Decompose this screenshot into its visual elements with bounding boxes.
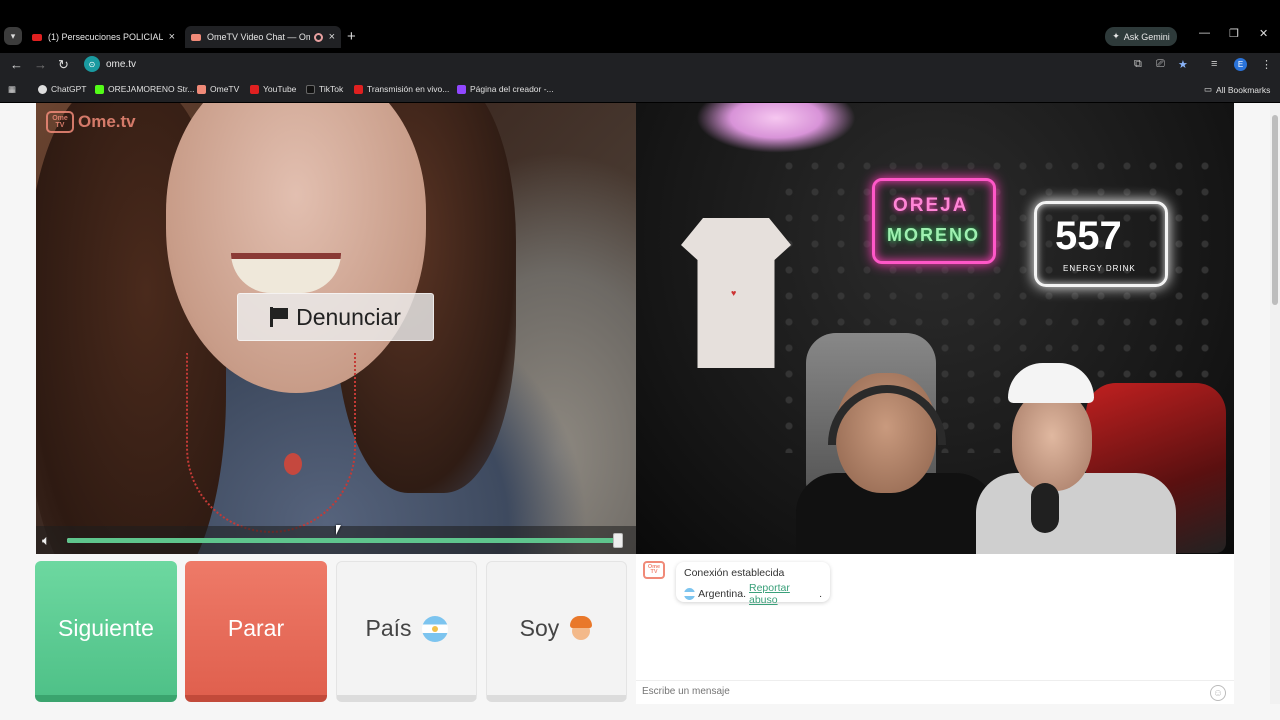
browser-tab-strip: ▾ (1) Persecuciones POLICIALES q × OmeTV… bbox=[0, 0, 1280, 50]
volume-fill bbox=[67, 538, 623, 543]
close-window-icon[interactable]: ✕ bbox=[1259, 27, 1268, 40]
scrollbar-thumb[interactable] bbox=[1272, 115, 1278, 305]
close-tab-icon[interactable]: × bbox=[169, 31, 175, 43]
chatgpt-icon bbox=[38, 84, 47, 94]
bookmarks-bar: ▦ ChatGPT OREJAMORENO Str... OmeTV YouTu… bbox=[0, 78, 1280, 102]
ometv-chat-logo-icon: Ome TV bbox=[643, 561, 665, 579]
tiktok-icon bbox=[306, 84, 315, 94]
folder-icon: ▭ bbox=[1204, 84, 1213, 94]
apps-grid-icon[interactable]: ▦ bbox=[8, 84, 16, 95]
video-pendant bbox=[284, 453, 302, 475]
own-video: ♥ OREJA MORENO 557 ENERGY DRINK bbox=[636, 103, 1234, 554]
video-necklace bbox=[186, 353, 356, 533]
minimize-icon[interactable]: — bbox=[1199, 27, 1210, 39]
gemini-sparkle-icon: ✦ bbox=[1112, 31, 1120, 41]
youtube-icon bbox=[250, 84, 259, 94]
profile-avatar[interactable]: E bbox=[1234, 58, 1247, 71]
ometv-logo-icon: Ome TV bbox=[46, 111, 74, 133]
gender-button[interactable]: Soy bbox=[486, 561, 627, 702]
bookmark-star-icon[interactable]: ★ bbox=[1178, 58, 1188, 71]
cast-icon[interactable]: ⎚ bbox=[1156, 58, 1165, 71]
menu-icon[interactable]: ⋮ bbox=[1261, 58, 1272, 71]
bookmark-youtube[interactable]: YouTube bbox=[250, 84, 296, 94]
system-message: Conexión establecida Argentina. Reportar… bbox=[676, 562, 830, 606]
restore-icon[interactable]: ❐ bbox=[1229, 27, 1239, 40]
address-bar[interactable]: ome.tv bbox=[106, 59, 136, 70]
stranger-video: Ome TV Ome.tv Denunciar 🔈︎ bbox=[36, 103, 636, 554]
tab-title: (1) Persecuciones POLICIALES q bbox=[48, 32, 163, 42]
argentina-flag-icon bbox=[421, 615, 448, 642]
bookmark-tiktok[interactable]: TikTok bbox=[306, 84, 343, 94]
argentina-flag-icon bbox=[684, 588, 696, 600]
flag-icon bbox=[270, 307, 289, 327]
speaker-icon[interactable]: 🔈︎ bbox=[42, 532, 50, 549]
stop-button[interactable]: Parar bbox=[185, 561, 327, 702]
page-bottom bbox=[0, 704, 1280, 720]
volume-thumb[interactable] bbox=[613, 533, 623, 548]
recording-icon bbox=[313, 32, 323, 42]
close-tab-icon[interactable]: × bbox=[329, 31, 335, 43]
chat-panel: Ome TV Conexión establecida Argentina. R… bbox=[636, 554, 1234, 704]
reading-list-icon[interactable]: ≡ bbox=[1211, 58, 1217, 70]
ometv-icon bbox=[197, 84, 206, 94]
tab-ometv[interactable]: OmeTV Video Chat — Ome × bbox=[185, 26, 341, 48]
kick-icon bbox=[95, 84, 104, 94]
bookmark-pagina-creador[interactable]: Página del creador -... bbox=[457, 84, 554, 94]
microphone-icon bbox=[1031, 483, 1059, 533]
report-button[interactable]: Denunciar bbox=[237, 293, 434, 341]
bookmark-transmision[interactable]: Transmisión en vivo... bbox=[354, 84, 449, 94]
country-button[interactable]: País bbox=[336, 561, 477, 702]
all-bookmarks[interactable]: ▭ All Bookmarks bbox=[1204, 84, 1270, 95]
site-info-icon[interactable]: ⊙ bbox=[84, 56, 100, 72]
translate-icon[interactable]: ⧉ bbox=[1134, 58, 1142, 71]
report-abuse-link[interactable]: Reportar abuso bbox=[749, 582, 816, 606]
youtube-icon bbox=[354, 84, 363, 94]
neon-sign-oreja-moreno: OREJA MORENO bbox=[872, 178, 996, 264]
stranger-country: Argentina. bbox=[698, 588, 746, 600]
ask-gemini-button[interactable]: ✦ Ask Gemini bbox=[1105, 27, 1177, 46]
new-tab-icon[interactable]: + bbox=[347, 28, 356, 45]
ometv-watermark: Ome TV Ome.tv bbox=[46, 111, 136, 133]
back-icon[interactable]: ← bbox=[10, 57, 23, 72]
chat-input-bar: ☺ bbox=[636, 680, 1234, 704]
connection-status: Conexión establecida bbox=[684, 567, 785, 579]
mouse-cursor-icon bbox=[336, 525, 346, 535]
browser-toolbar: ← → ↻ ⊙ ome.tv ⧉ ⎚ ★ ≡ E ⋮ bbox=[0, 53, 1280, 78]
youtube-icon bbox=[32, 33, 42, 41]
reload-icon[interactable]: ↻ bbox=[58, 57, 69, 73]
video-pink-light bbox=[696, 103, 856, 153]
tab-search-dropdown-icon[interactable]: ▾ bbox=[4, 27, 22, 45]
video-hanging-shirt: ♥ bbox=[681, 218, 791, 368]
message-input[interactable] bbox=[642, 686, 1202, 697]
tab-youtube[interactable]: (1) Persecuciones POLICIALES q × bbox=[26, 26, 181, 48]
forward-icon[interactable]: → bbox=[34, 57, 47, 72]
tab-title: OmeTV Video Chat — Ome bbox=[207, 32, 310, 42]
emoji-icon[interactable]: ☺ bbox=[1210, 685, 1226, 701]
twitch-icon bbox=[457, 84, 466, 94]
ometv-icon bbox=[191, 33, 201, 41]
bookmark-chatgpt[interactable]: ChatGPT bbox=[38, 84, 86, 94]
bookmark-ometv[interactable]: OmeTV bbox=[197, 84, 239, 94]
page-scrollbar[interactable] bbox=[1270, 103, 1280, 720]
video-person-right bbox=[976, 363, 1176, 554]
video-person-left bbox=[796, 363, 996, 554]
bookmark-orejamoreno[interactable]: OREJAMORENO Str... bbox=[95, 84, 194, 94]
boy-icon bbox=[569, 615, 593, 642]
heart-icon: ♥ bbox=[731, 288, 737, 298]
volume-slider[interactable] bbox=[67, 533, 623, 548]
neon-sign-energy-drink: 557 ENERGY DRINK bbox=[1034, 201, 1168, 287]
next-button[interactable]: Siguiente bbox=[35, 561, 177, 702]
